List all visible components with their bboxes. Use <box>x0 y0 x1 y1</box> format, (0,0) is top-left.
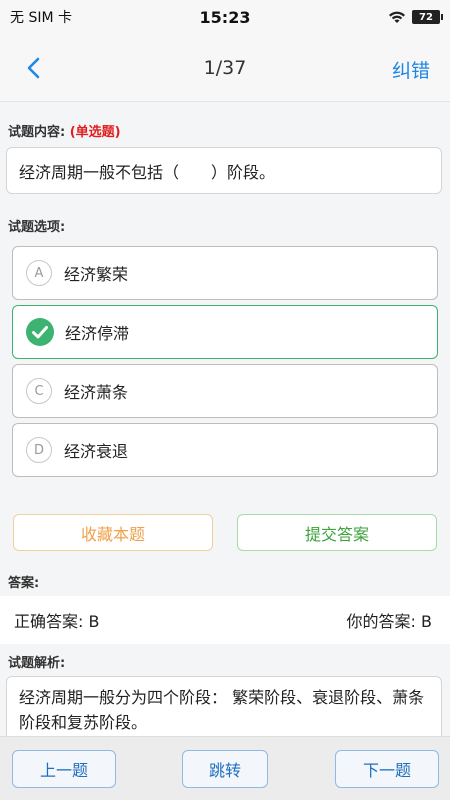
status-time: 15:23 <box>199 7 251 27</box>
question-type-badge: (单选题) <box>69 125 121 140</box>
option-d[interactable]: D 经济衰退 <box>12 423 438 477</box>
options-section-label: 试题选项: <box>8 220 66 235</box>
option-label: 经济繁荣 <box>64 265 129 284</box>
option-label: 经济萧条 <box>64 383 129 402</box>
next-question-button[interactable]: 下一题 <box>335 750 439 788</box>
your-answer: 你的答案: B <box>346 612 432 631</box>
question-section-label: 试题内容: (单选题) <box>8 121 121 140</box>
previous-question-button[interactable]: 上一题 <box>12 750 116 788</box>
analysis-section-label: 试题解析: <box>8 656 66 671</box>
option-c[interactable]: C 经济萧条 <box>12 364 438 418</box>
analysis-text: 经济周期一般分为四个阶段： 繁荣阶段、衰退阶段、萧条阶段和复苏阶段。 <box>19 688 425 732</box>
option-label: 经济衰退 <box>64 442 129 461</box>
nav-bar: 1/37 纠错 <box>0 34 450 102</box>
question-text-box: 经济周期一般不包括（ ）阶段。 <box>6 147 442 194</box>
bottom-nav-bar: 上一题 跳转 下一题 <box>0 736 450 800</box>
status-bar: 无 SIM 卡 15:23 72 <box>0 0 450 34</box>
checkmark-icon <box>26 318 54 346</box>
question-progress: 1/37 <box>203 56 247 79</box>
option-a[interactable]: A 经济繁荣 <box>12 246 438 300</box>
option-label: 经济停滞 <box>65 324 130 343</box>
answer-row: 正确答案: B 你的答案: B <box>0 596 450 644</box>
back-icon[interactable] <box>22 56 46 80</box>
correct-answer: 正确答案: B <box>14 612 100 631</box>
answer-section-label: 答案: <box>8 576 40 591</box>
option-letter-circle: C <box>26 378 52 404</box>
option-letter-circle: D <box>26 437 52 463</box>
question-label: 试题内容: <box>8 125 66 140</box>
favorite-button[interactable]: 收藏本题 <box>13 514 213 551</box>
submit-answer-button[interactable]: 提交答案 <box>237 514 437 551</box>
jump-button[interactable]: 跳转 <box>182 750 268 788</box>
option-b[interactable]: 经济停滞 <box>12 305 438 359</box>
battery-icon: 72 <box>412 10 443 24</box>
report-error-button[interactable]: 纠错 <box>392 56 430 83</box>
question-text: 经济周期一般不包括（ ）阶段。 <box>19 162 276 182</box>
option-letter-circle: A <box>26 260 52 286</box>
